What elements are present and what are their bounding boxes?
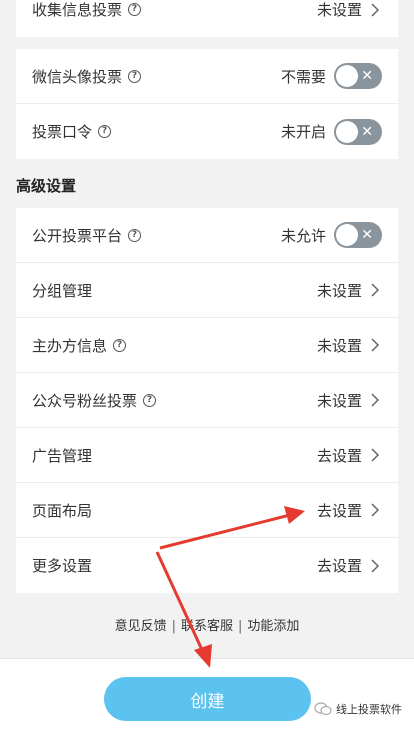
- advanced-settings-card: 公开投票平台 ? 未允许 ✕ 分组管理 未设置 主办方信息 ? 未设置 公众号粉…: [16, 208, 398, 593]
- row-value: 未设置: [316, 391, 362, 410]
- help-icon[interactable]: ?: [143, 393, 157, 407]
- fan-vote-row[interactable]: 公众号粉丝投票 ? 未设置: [16, 373, 398, 428]
- row-value: 去设置: [316, 446, 362, 465]
- public-vote-platform-row[interactable]: 公开投票平台 ? 未允许 ✕: [16, 208, 398, 263]
- more-settings-row[interactable]: 更多设置 去设置: [16, 538, 398, 593]
- help-icon[interactable]: ?: [128, 69, 142, 83]
- chevron-right-icon: [371, 338, 380, 352]
- separator: |: [238, 619, 243, 634]
- row-value: 未设置: [316, 1, 362, 19]
- chevron-right-icon: [371, 2, 380, 17]
- chevron-right-icon: [371, 448, 380, 462]
- feedback-link[interactable]: 意见反馈: [115, 619, 167, 634]
- row-value: 未设置: [316, 281, 362, 300]
- help-icon[interactable]: ?: [128, 228, 142, 242]
- toggle-knob: [336, 224, 358, 246]
- row-value: 去设置: [316, 557, 362, 575]
- organizer-info-row[interactable]: 主办方信息 ? 未设置: [16, 318, 398, 373]
- vote-password-toggle[interactable]: ✕: [334, 118, 382, 145]
- close-icon: ✕: [361, 227, 373, 243]
- create-button[interactable]: 创建: [104, 677, 311, 721]
- footer-links: 意见反馈 | 联系客服 | 功能添加: [0, 615, 414, 634]
- vote-settings-card: 微信头像投票 ? 不需要 ✕ 投票口令 ? 未开启 ✕: [16, 49, 398, 159]
- help-icon[interactable]: ?: [128, 3, 142, 16]
- wechat-avatar-toggle[interactable]: ✕: [334, 63, 382, 89]
- toggle-knob: [336, 65, 358, 87]
- group-management-row[interactable]: 分组管理 未设置: [16, 263, 398, 318]
- row-label: 投票口令: [32, 123, 93, 141]
- row-label: 分组管理: [32, 281, 93, 300]
- chevron-right-icon: [371, 393, 380, 407]
- row-value: 去设置: [316, 501, 362, 520]
- page-layout-row[interactable]: 页面布局 去设置: [16, 483, 398, 538]
- row-label: 广告管理: [32, 446, 93, 465]
- row-value: 不需要: [280, 67, 326, 86]
- row-value: 未设置: [316, 336, 362, 355]
- close-icon: ✕: [361, 68, 373, 84]
- public-platform-toggle[interactable]: ✕: [334, 222, 382, 248]
- chevron-right-icon: [371, 283, 380, 297]
- chevron-right-icon: [371, 503, 380, 517]
- ad-management-row[interactable]: 广告管理 去设置: [16, 428, 398, 483]
- row-value: 未允许: [280, 226, 326, 245]
- close-icon: ✕: [361, 123, 373, 140]
- brand-watermark: 线上投票软件: [314, 701, 402, 717]
- help-icon[interactable]: ?: [113, 338, 127, 352]
- collect-info-vote-row[interactable]: 收集信息投票 ? 未设置: [16, 0, 398, 37]
- feature-request-link[interactable]: 功能添加: [247, 619, 299, 634]
- row-label: 页面布局: [32, 501, 93, 520]
- wechat-icon: [314, 702, 332, 716]
- chevron-right-icon: [371, 558, 380, 573]
- bottom-action-bar: 创建 线上投票软件: [0, 658, 414, 736]
- row-label: 收集信息投票: [32, 1, 123, 19]
- contact-service-link[interactable]: 联系客服: [181, 619, 233, 634]
- row-label: 公开投票平台: [32, 226, 123, 245]
- brand-text: 线上投票软件: [336, 703, 402, 716]
- top-settings-card: 收集信息投票 ? 未设置: [16, 0, 398, 37]
- separator: |: [171, 619, 176, 634]
- vote-password-row[interactable]: 投票口令 ? 未开启 ✕: [16, 104, 398, 159]
- row-label: 公众号粉丝投票: [32, 391, 138, 410]
- wechat-avatar-vote-row[interactable]: 微信头像投票 ? 不需要 ✕: [16, 49, 398, 104]
- row-label: 更多设置: [32, 557, 93, 575]
- row-label: 微信头像投票: [32, 67, 123, 86]
- help-icon[interactable]: ?: [98, 125, 112, 138]
- row-value: 未开启: [280, 123, 326, 141]
- toggle-knob: [336, 120, 358, 143]
- row-label: 主办方信息: [32, 336, 108, 355]
- advanced-settings-title: 高级设置: [16, 177, 77, 195]
